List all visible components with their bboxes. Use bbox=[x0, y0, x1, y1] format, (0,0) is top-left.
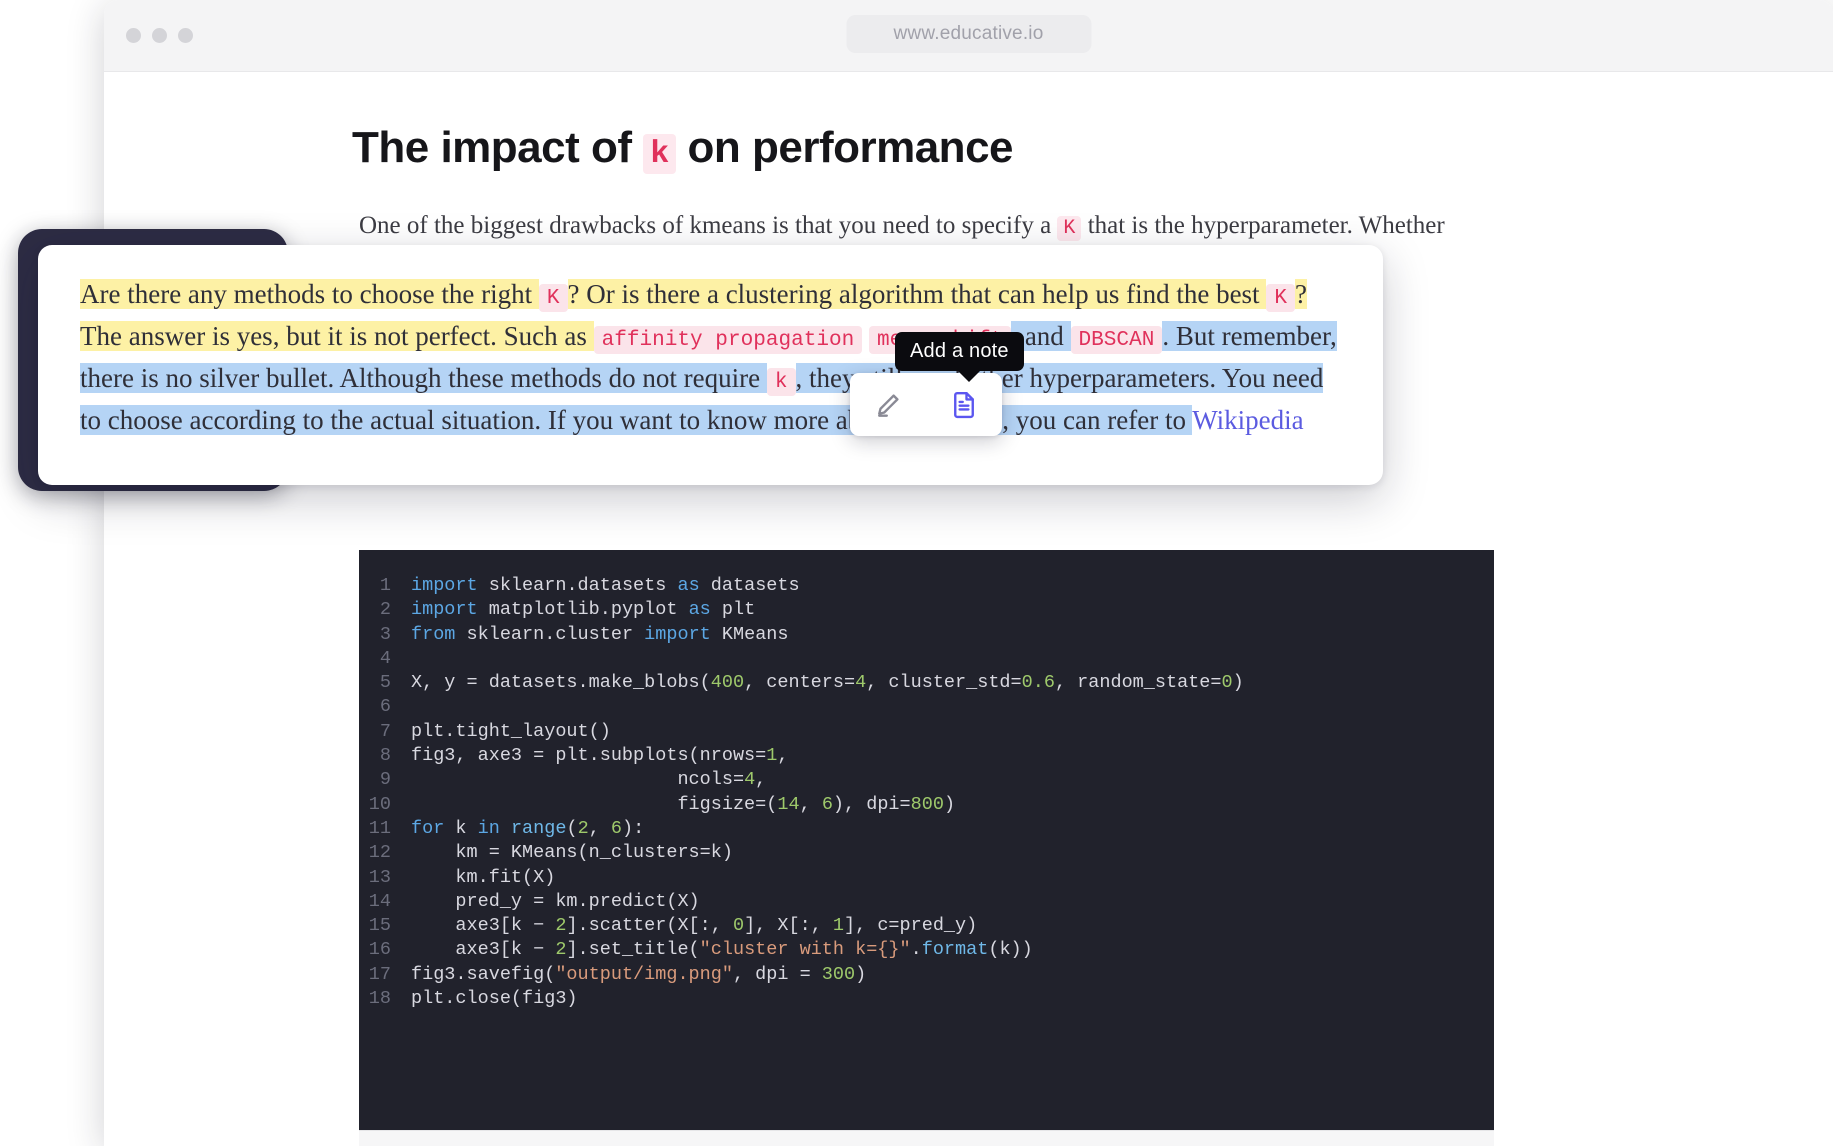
code-line: 5 X, y = datasets.make_blobs(400, centers… bbox=[359, 671, 1494, 695]
code-line-number: 15 bbox=[368, 915, 391, 937]
code-line: 10 figsize=(14, 6), dpi=800) bbox=[359, 793, 1494, 817]
code-line-source: axe3[k − 2].set_title("cluster with k={}… bbox=[411, 939, 1033, 961]
code-line-number: 6 bbox=[379, 696, 391, 718]
code-editor[interactable]: 1 import sklearn.datasets as datasets 2 imp… bbox=[359, 550, 1494, 1130]
code-line: 8 fig3, axe3 = plt.subplots(nrows=1, bbox=[359, 744, 1494, 768]
code-line: 13 km.fit(X) bbox=[359, 866, 1494, 890]
traffic-lights bbox=[126, 28, 193, 43]
url-text: www.educative.io bbox=[893, 23, 1044, 44]
code-body[interactable]: 1 import sklearn.datasets as datasets 2 imp… bbox=[359, 574, 1494, 1011]
code-line-source: fig3.savefig("output/img.png", dpi = 300… bbox=[411, 963, 867, 985]
code-line-source: X, y = datasets.make_blobs(400, centers=… bbox=[411, 672, 1244, 694]
code-line-source: figsize=(14, 6), dpi=800) bbox=[411, 793, 956, 815]
intro-text-2: that is the hyperparameter. Whether bbox=[1081, 212, 1445, 239]
code-line: 16 axe3[k − 2].set_title("cluster with k… bbox=[359, 938, 1494, 962]
editor-toolbar: Run Save Reset bbox=[359, 1130, 1494, 1146]
add-note-tooltip: Add a note bbox=[895, 332, 1024, 382]
url-bar[interactable]: www.educative.io bbox=[846, 15, 1091, 53]
page-title-code: k bbox=[643, 134, 676, 174]
code-line-number: 10 bbox=[368, 793, 391, 815]
note-code-1: K bbox=[538, 284, 568, 312]
code-line: 7 plt.tight_layout() bbox=[359, 720, 1494, 744]
code-line: 3 from sklearn.cluster import KMeans bbox=[359, 623, 1494, 647]
code-line: 4 bbox=[359, 647, 1494, 671]
code-line-source: from sklearn.cluster import KMeans bbox=[411, 623, 789, 645]
code-line-source: plt.tight_layout() bbox=[411, 720, 611, 742]
code-line-number: 8 bbox=[379, 745, 391, 767]
highlighted-paragraph: Are there any methods to choose the righ… bbox=[80, 275, 1341, 439]
intro-code-1: K bbox=[1057, 216, 1082, 241]
code-line-source: import matplotlib.pyplot as plt bbox=[411, 599, 756, 621]
intro-text-1: One of the biggest drawbacks of kmeans i… bbox=[359, 212, 1058, 239]
code-line-number: 9 bbox=[379, 769, 391, 791]
code-line-number: 17 bbox=[368, 963, 391, 985]
code-line-source: plt.close(fig3) bbox=[411, 988, 578, 1010]
wikipedia-link[interactable]: Wikipedia bbox=[1192, 405, 1303, 435]
note-code-5: DBSCAN bbox=[1070, 326, 1163, 354]
tooltip-label: Add a note bbox=[910, 340, 1009, 362]
maximize-dot[interactable] bbox=[178, 28, 193, 43]
note-seg-4 bbox=[862, 321, 869, 351]
code-line-source: ncols=4, bbox=[411, 769, 767, 791]
add-note-document-icon[interactable] bbox=[942, 383, 986, 427]
highlight-note-card: Are there any methods to choose the righ… bbox=[38, 245, 1383, 485]
code-line-source: axe3[k − 2].scatter(X[:, 0], X[:, 1], c=… bbox=[411, 915, 978, 937]
note-seg-1: Are there any methods to choose the righ… bbox=[80, 279, 539, 309]
page-title-after: on performance bbox=[675, 123, 1014, 172]
code-line: 12 km = KMeans(n_clusters=k) bbox=[359, 841, 1494, 865]
code-line-number: 7 bbox=[379, 720, 391, 742]
browser-chrome-bar: www.educative.io bbox=[104, 0, 1833, 72]
code-line: 6 bbox=[359, 695, 1494, 719]
code-line-source: km.fit(X) bbox=[411, 866, 556, 888]
code-line: 18 plt.close(fig3) bbox=[359, 987, 1494, 1011]
code-line-number: 3 bbox=[379, 623, 391, 645]
code-line: 15 axe3[k − 2].scatter(X[:, 0], X[:, 1],… bbox=[359, 914, 1494, 938]
note-code-6: k bbox=[766, 368, 796, 396]
code-line-number: 13 bbox=[368, 866, 391, 888]
page-title: The impact of k on performance bbox=[352, 120, 1833, 175]
code-line-number: 2 bbox=[379, 599, 391, 621]
page-title-before: The impact of bbox=[352, 123, 644, 172]
code-line-number: 4 bbox=[379, 647, 391, 669]
code-line-number: 18 bbox=[368, 988, 391, 1010]
code-line-number: 16 bbox=[368, 939, 391, 961]
highlighter-pen-icon[interactable] bbox=[866, 383, 910, 427]
code-line-source: km = KMeans(n_clusters=k) bbox=[411, 842, 733, 864]
note-code-2: K bbox=[1266, 284, 1295, 312]
code-widget: 1 import sklearn.datasets as datasets 2 imp… bbox=[359, 550, 1494, 1146]
note-seg-2: ? Or is there a clustering algorithm tha… bbox=[567, 279, 1267, 309]
code-line: 11 for k in range(2, 6): bbox=[359, 817, 1494, 841]
browser-window: www.educative.io The impact of k on perf… bbox=[104, 0, 1833, 1146]
code-line: 1 import sklearn.datasets as datasets bbox=[359, 574, 1494, 598]
code-line-source: for k in range(2, 6): bbox=[411, 817, 645, 839]
code-line-number: 11 bbox=[368, 817, 391, 839]
code-line-number: 1 bbox=[379, 575, 391, 596]
code-line: 14 pred_y = km.predict(X) bbox=[359, 890, 1494, 914]
minimize-dot[interactable] bbox=[152, 28, 167, 43]
close-dot[interactable] bbox=[126, 28, 141, 43]
code-line: 2 import matplotlib.pyplot as plt bbox=[359, 598, 1494, 622]
code-line: 9 ncols=4, bbox=[359, 768, 1494, 792]
note-code-3: affinity propagation bbox=[593, 326, 863, 354]
code-line-number: 12 bbox=[368, 842, 391, 864]
code-line-number: 14 bbox=[368, 890, 391, 912]
screenshot-root: www.educative.io The impact of k on perf… bbox=[0, 0, 1833, 1146]
code-line-source: pred_y = km.predict(X) bbox=[411, 890, 700, 912]
selection-popup-toolbar bbox=[850, 373, 1002, 436]
code-line-source: import sklearn.datasets as datasets bbox=[411, 575, 800, 596]
code-line: 17 fig3.savefig("output/img.png", dpi = 3… bbox=[359, 963, 1494, 987]
code-line-number: 5 bbox=[379, 672, 391, 694]
code-line-source: fig3, axe3 = plt.subplots(nrows=1, bbox=[411, 745, 789, 767]
